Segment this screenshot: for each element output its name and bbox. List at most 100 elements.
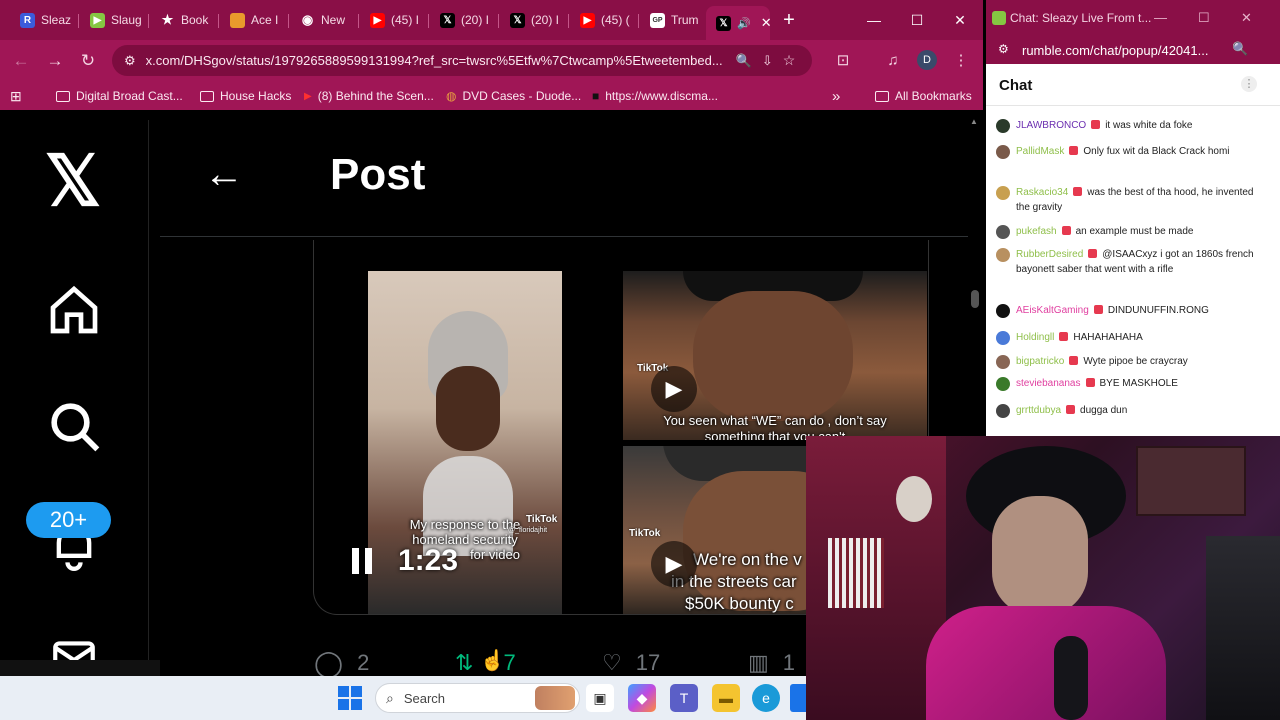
tab-4[interactable]: ◉ New bbox=[290, 6, 356, 34]
new-tab-button[interactable]: + bbox=[777, 8, 801, 32]
chat-avatar[interactable] bbox=[996, 145, 1010, 159]
close-tab-icon[interactable]: ✕ bbox=[761, 15, 770, 31]
tab-9[interactable]: GP Trum bbox=[640, 6, 706, 34]
play-icon[interactable]: ▶ bbox=[651, 541, 697, 587]
chat-url-text: rumble.com/chat/popup/42041... bbox=[1022, 42, 1209, 58]
media-control-icon[interactable]: ♫ bbox=[882, 49, 904, 71]
minimize-icon[interactable]: — bbox=[862, 8, 886, 32]
speaker-icon[interactable]: 🔊 bbox=[737, 17, 751, 30]
profile-avatar[interactable]: D bbox=[917, 50, 937, 70]
notification-badge: 20+ bbox=[26, 502, 111, 538]
search-highlight-image[interactable] bbox=[535, 686, 575, 710]
chat-avatar[interactable] bbox=[996, 331, 1010, 345]
chat-options-icon[interactable]: ⋮ bbox=[1241, 76, 1257, 92]
tab-search-icon[interactable]: ⊡ bbox=[832, 49, 854, 71]
chat-avatar[interactable] bbox=[996, 377, 1010, 391]
face-shape bbox=[693, 291, 853, 421]
video-thumbnail-top-right[interactable]: TikTok You seen what “WE” can do , don’t… bbox=[623, 271, 927, 440]
bookmark-star-icon[interactable]: ☆ bbox=[783, 52, 796, 69]
windows-start-icon[interactable] bbox=[338, 686, 362, 710]
bookmark-item[interactable]: Digital Broad Cast... bbox=[56, 86, 183, 106]
taskbar-app-icon[interactable] bbox=[790, 684, 806, 712]
tab-1[interactable]: ▶ Slaug bbox=[80, 6, 146, 34]
bookmark-item[interactable]: House Hacks bbox=[200, 86, 291, 106]
chat-username[interactable]: PallidMask bbox=[1016, 146, 1064, 157]
chat-avatar[interactable] bbox=[996, 186, 1010, 200]
tab-3[interactable]: Ace I bbox=[220, 6, 286, 34]
scroll-thumb[interactable] bbox=[971, 290, 979, 308]
close-window-icon[interactable]: ✕ bbox=[948, 8, 972, 32]
tab-separator bbox=[498, 14, 499, 28]
chat-username[interactable]: AEisKaltGaming bbox=[1016, 305, 1089, 316]
tab-label: Slaug bbox=[111, 13, 142, 27]
chat-text: Wyte pipoe be craycray bbox=[1083, 356, 1188, 367]
chat-message-body: Holdingll HAHAHAHAHA bbox=[1016, 330, 1266, 345]
tab-7[interactable]: 𝕏 (20) I bbox=[500, 6, 566, 34]
chat-avatar[interactable] bbox=[996, 355, 1010, 369]
chat-username[interactable]: RubberDesired bbox=[1016, 249, 1083, 260]
tab-5[interactable]: ▶ (45) I bbox=[360, 6, 426, 34]
maximize-icon[interactable]: ☐ bbox=[905, 8, 929, 32]
all-bookmarks-button[interactable]: All Bookmarks bbox=[875, 86, 972, 106]
bookmark-item[interactable]: ◍ DVD Cases - Duode... bbox=[446, 86, 581, 106]
tab-0[interactable]: R Sleaz bbox=[10, 6, 76, 34]
chat-avatar[interactable] bbox=[996, 404, 1010, 418]
site-info-icon[interactable]: ⚙ bbox=[124, 53, 136, 69]
apps-icon[interactable]: ⊞ bbox=[10, 86, 22, 106]
chat-username[interactable]: pukefash bbox=[1016, 226, 1057, 237]
tab-8[interactable]: ▶ (45) ( bbox=[570, 6, 636, 34]
tab-active[interactable]: 𝕏 🔊 ✕ bbox=[706, 6, 770, 40]
scroll-up-icon[interactable]: ▲ bbox=[970, 117, 978, 126]
views-button[interactable]: ▥ 1 bbox=[748, 650, 795, 676]
like-button[interactable]: ♡ 17 bbox=[602, 650, 660, 676]
file-explorer-icon[interactable]: ▬ bbox=[712, 684, 740, 712]
chat-avatar[interactable] bbox=[996, 248, 1010, 262]
heart-icon: ♡ bbox=[602, 650, 622, 675]
menu-icon[interactable]: ⋮ bbox=[950, 49, 972, 71]
chat-username[interactable]: Raskacio34 bbox=[1016, 187, 1068, 198]
home-icon[interactable] bbox=[44, 280, 104, 340]
chat-badges bbox=[1073, 185, 1084, 200]
edge-icon[interactable]: e bbox=[752, 684, 780, 712]
youtube-icon: ▶ bbox=[370, 12, 385, 28]
chat-maximize-icon[interactable]: ☐ bbox=[1198, 10, 1210, 26]
tune-icon[interactable]: ⚙ bbox=[998, 42, 1009, 56]
teams-icon[interactable]: T bbox=[670, 684, 698, 712]
back-arrow-icon[interactable]: ← bbox=[200, 150, 248, 198]
chat-username[interactable]: JLAWBRONCO bbox=[1016, 120, 1086, 131]
tab-6[interactable]: 𝕏 (20) I bbox=[430, 6, 496, 34]
chat-username[interactable]: bigpatricko bbox=[1016, 356, 1064, 367]
chat-username[interactable]: Holdingll bbox=[1016, 332, 1054, 343]
more-bookmarks-button[interactable]: » bbox=[832, 86, 840, 106]
bookmark-item[interactable]: ▶ (8) Behind the Scen... bbox=[304, 86, 434, 106]
search-icon[interactable] bbox=[44, 396, 104, 456]
address-bar[interactable]: ⚙ x.com/DHSgov/status/197926588959913199… bbox=[112, 45, 812, 76]
chat-badges bbox=[1069, 354, 1080, 369]
install-icon[interactable]: ⇩ bbox=[762, 53, 773, 69]
horizontal-scrollbar[interactable] bbox=[0, 660, 160, 676]
chat-avatar[interactable] bbox=[996, 119, 1010, 133]
chat-avatar[interactable] bbox=[996, 304, 1010, 318]
chat-close-icon[interactable]: ✕ bbox=[1241, 10, 1252, 26]
chat-text: HAHAHAHAHA bbox=[1073, 332, 1143, 343]
forward-icon[interactable]: → bbox=[43, 49, 67, 73]
chat-minimize-icon[interactable]: — bbox=[1154, 10, 1167, 25]
reply-button[interactable]: ◯ 2 bbox=[314, 648, 369, 677]
copilot-icon[interactable]: ◆ bbox=[628, 684, 656, 712]
pause-icon[interactable] bbox=[352, 548, 378, 578]
chat-badges bbox=[1069, 144, 1080, 159]
left-scrollbar[interactable] bbox=[148, 120, 158, 660]
chat-zoom-icon[interactable]: 🔍 bbox=[1232, 41, 1248, 57]
chat-avatar[interactable] bbox=[996, 225, 1010, 239]
reload-icon[interactable]: ↻ bbox=[76, 49, 100, 73]
tab-2[interactable]: ★ Book bbox=[150, 6, 216, 34]
play-icon[interactable]: ▶ bbox=[651, 366, 697, 412]
bookmark-item[interactable]: ■ https://www.discma... bbox=[592, 86, 718, 106]
task-view-icon[interactable]: ▣ bbox=[586, 684, 614, 712]
chat-scrollbar[interactable] bbox=[1272, 108, 1278, 428]
chat-username[interactable]: grrttdubya bbox=[1016, 405, 1061, 416]
zoom-icon[interactable]: 🔍 bbox=[736, 53, 752, 69]
back-icon[interactable]: ← bbox=[9, 49, 33, 73]
chat-username[interactable]: steviebananas bbox=[1016, 378, 1081, 389]
x-logo-icon[interactable]: 𝕏 bbox=[40, 142, 106, 220]
